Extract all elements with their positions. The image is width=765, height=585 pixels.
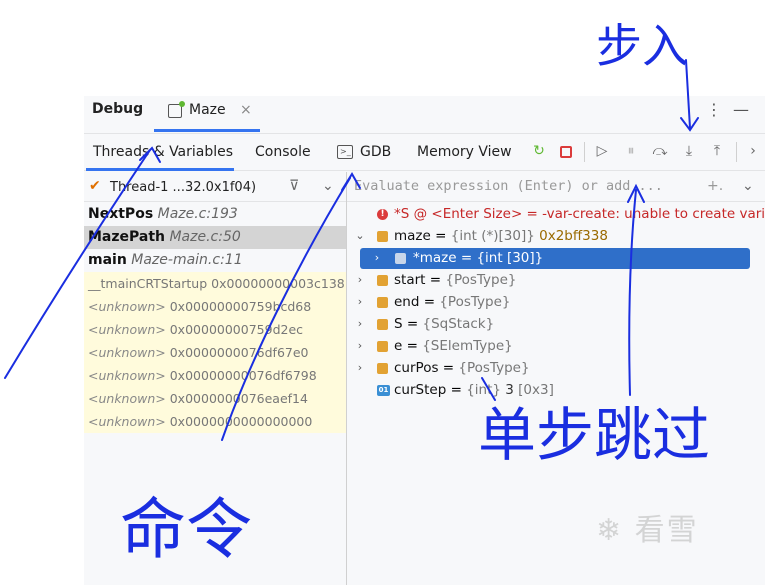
ink-text-step-into: 步入: [596, 19, 688, 73]
thread-selector[interactable]: Thread-1 ...32.0x1f04): [110, 180, 256, 195]
frame-row-library[interactable]: <unknown> 0x00000000076df6798: [84, 364, 346, 387]
variable-row[interactable]: 01 curStep = {int} 3 [0x3]: [347, 379, 765, 401]
variables-tree: ! *S @ <Enter Size> = -var-create: unabl…: [347, 203, 765, 401]
chevron-down-icon[interactable]: ⌄: [354, 225, 366, 247]
tab-memory-view[interactable]: Memory View: [417, 144, 512, 160]
field-icon: [377, 275, 388, 286]
terminal-icon: >_: [337, 145, 353, 159]
session-tab-maze[interactable]: Maze ×: [154, 96, 260, 132]
field-icon: [377, 231, 388, 242]
frame-row-library[interactable]: <unknown> 0x0000000076df67e0: [84, 341, 346, 364]
session-tab-label: Maze: [189, 102, 226, 118]
variable-row[interactable]: ⌄ maze = {int (*)[30]} 0x2bff338: [347, 225, 765, 247]
variable-row[interactable]: › curPos = {PosType}: [347, 357, 765, 379]
tab-gdb[interactable]: GDB: [360, 144, 391, 160]
frame-row-library[interactable]: <unknown> 0x0000000000000000: [84, 410, 346, 433]
tab-console[interactable]: Console: [255, 144, 311, 160]
toolbar-separator: [584, 142, 585, 162]
step-over-icon[interactable]: ⤼: [650, 143, 670, 159]
array-icon: [395, 253, 406, 264]
int-icon: 01: [377, 385, 390, 396]
chevron-right-icon[interactable]: ›: [354, 313, 366, 335]
frame-row[interactable]: NextPos Maze.c:193: [84, 203, 346, 226]
chevron-down-icon[interactable]: ⌄: [322, 178, 334, 194]
watermark: ❄ 看雪: [596, 513, 699, 548]
variable-row[interactable]: › start = {PosType}: [347, 269, 765, 291]
frame-row-library[interactable]: <unknown> 0x00000000759d2ec: [84, 318, 346, 341]
chevron-down-icon[interactable]: ⌄: [742, 178, 754, 194]
field-icon: [377, 297, 388, 308]
minimize-icon[interactable]: —: [733, 100, 749, 119]
active-tab-underline: [154, 129, 260, 132]
stop-icon[interactable]: [556, 143, 576, 162]
field-icon: [377, 341, 388, 352]
frame-row-selected[interactable]: MazePath Maze.c:50: [84, 226, 346, 249]
chevron-right-icon[interactable]: ›: [354, 357, 366, 379]
step-into-icon[interactable]: ⤓: [679, 143, 699, 159]
rerun-icon[interactable]: ↻: [529, 143, 549, 159]
step-out-icon[interactable]: ⤒: [707, 143, 727, 159]
variable-row-selected[interactable]: › *maze = {int [30]}: [347, 247, 765, 269]
chevron-right-icon[interactable]: ›: [371, 247, 383, 269]
chevron-right-icon[interactable]: ›: [354, 335, 366, 357]
add-watch-icon[interactable]: +.: [707, 178, 723, 194]
close-icon[interactable]: ×: [240, 102, 252, 118]
debug-title: Debug: [92, 101, 144, 117]
frame-row[interactable]: main Maze-main.c:11: [84, 249, 346, 272]
chevron-right-icon[interactable]: ›: [354, 291, 366, 313]
error-icon: !: [377, 209, 388, 220]
pause-icon[interactable]: ⏸: [621, 143, 641, 159]
frames-list: NextPos Maze.c:193 MazePath Maze.c:50 ma…: [84, 203, 346, 433]
frame-row-library[interactable]: <unknown> 0x00000000759bcd68: [84, 295, 346, 318]
more-chevron-icon[interactable]: ›: [743, 143, 763, 159]
tab-threads-variables[interactable]: Threads & Variables: [93, 144, 233, 160]
chevron-right-icon[interactable]: ›: [354, 269, 366, 291]
toolbar-separator: [736, 142, 737, 162]
frame-row-library[interactable]: __tmainCRTStartup 0x00000000003c138: [84, 272, 346, 295]
variable-row[interactable]: › e = {SElemType}: [347, 335, 765, 357]
variable-row[interactable]: › S = {SqStack}: [347, 313, 765, 335]
frame-row-library[interactable]: <unknown> 0x0000000076eaef14: [84, 387, 346, 410]
run-config-icon: [168, 101, 185, 118]
more-options-icon[interactable]: ⋮: [706, 100, 722, 119]
tab-active-underline: [86, 168, 234, 171]
field-icon: [377, 363, 388, 374]
filter-icon[interactable]: ⊽: [289, 178, 299, 194]
variable-row-error[interactable]: ! *S @ <Enter Size> = -var-create: unabl…: [347, 203, 765, 225]
field-icon: [377, 319, 388, 330]
check-icon: ✔: [89, 178, 101, 194]
evaluate-expression-input[interactable]: Evaluate expression (Enter) or add ...: [354, 178, 663, 194]
variable-row[interactable]: › end = {PosType}: [347, 291, 765, 313]
resume-icon[interactable]: ▷: [592, 143, 612, 159]
